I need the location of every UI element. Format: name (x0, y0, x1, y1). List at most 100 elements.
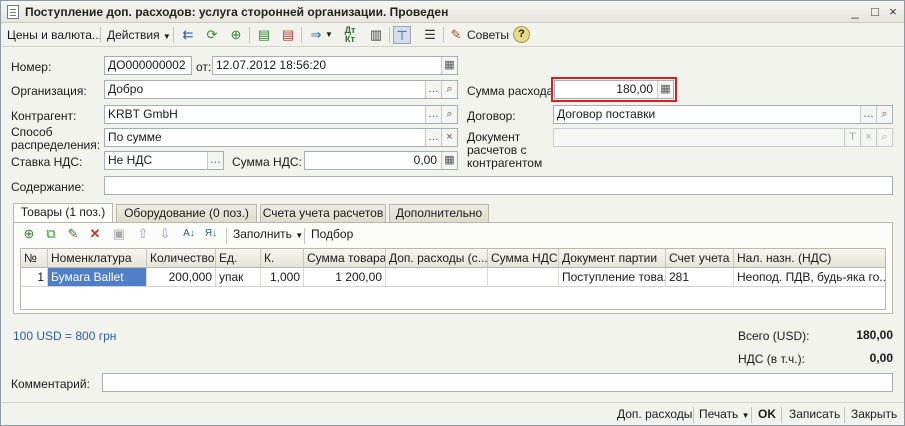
help-icon[interactable]: ? (513, 26, 530, 43)
search-icon[interactable]: ⌕ (876, 129, 892, 146)
structure-icon[interactable]: ⇒ (307, 26, 325, 44)
content-field[interactable] (104, 176, 893, 195)
comment-field[interactable] (102, 373, 893, 392)
move-down-icon[interactable]: ⇩ (156, 225, 174, 243)
selection-button[interactable]: Подбор (311, 225, 353, 243)
debit-credit-icon[interactable]: Дт Кт (341, 26, 359, 44)
advice-button[interactable]: Советы (467, 26, 509, 44)
batch-document-cell[interactable]: Поступление това... (559, 268, 666, 286)
calendar-icon[interactable]: ▦ (441, 57, 457, 74)
column-header[interactable]: Доп. расходы (с... (386, 249, 488, 267)
print-label: Печать (699, 407, 739, 421)
column-header[interactable]: Нал. назн. (НДС) (734, 249, 885, 267)
quantity-cell[interactable]: 200,000 (147, 268, 216, 286)
move-up-icon[interactable]: ⇧ (134, 225, 152, 243)
unpost-icon[interactable]: ▤ (279, 26, 297, 44)
vat-sum-cell[interactable] (488, 268, 559, 286)
expense-sum-field[interactable]: 180,00 ▦ (551, 77, 677, 102)
vat-sum-label: Сумма НДС: (232, 155, 302, 169)
select-ellipsis-icon[interactable]: … (207, 152, 223, 169)
extra-expenses-cell[interactable] (386, 268, 488, 286)
maximize-button[interactable]: □ (867, 4, 883, 20)
tab-goods[interactable]: Товары (1 поз.) (13, 203, 113, 223)
tab-settlement-accounts[interactable]: Счета учета расчетов (260, 204, 386, 222)
filter-icon[interactable]: ⊤ (393, 26, 411, 44)
vat-rate-value: Не НДС (108, 153, 153, 167)
copy-row-icon[interactable]: ⧉ (42, 225, 60, 243)
calculator-icon[interactable]: ▦ (657, 81, 673, 98)
column-header[interactable]: К. (261, 249, 304, 267)
add-row-icon[interactable]: ⊕ (20, 225, 38, 243)
search-icon[interactable]: ⌕ (441, 81, 457, 98)
save-button[interactable]: Записать (789, 406, 840, 423)
select-ellipsis-icon[interactable]: … (860, 106, 876, 123)
ok-button[interactable]: OK (758, 406, 776, 423)
column-header[interactable]: Документ партии (559, 249, 666, 267)
table-row[interactable]: 1 Бумага Ballet 200,000 упак 1,000 1 200… (20, 268, 886, 287)
column-header[interactable]: № (21, 249, 48, 267)
column-header[interactable]: Счет учета (666, 249, 734, 267)
number-label: Номер: (11, 60, 52, 74)
actions-menu[interactable]: Действия ▼ (107, 26, 171, 44)
column-header[interactable]: Сумма товара (304, 249, 386, 267)
tax-purpose-cell[interactable]: Неопод. ПДВ, будь-яка го... (734, 268, 885, 286)
sort-ascending-icon[interactable]: A↓ (180, 225, 198, 243)
tab-equipment[interactable]: Оборудование (0 поз.) (116, 204, 257, 222)
total-value: 180,00 (856, 328, 893, 342)
chevron-down-icon[interactable]: ▼ (325, 26, 333, 44)
refresh-icon[interactable]: ⟳ (203, 26, 221, 44)
sort-descending-icon[interactable]: Я↓ (202, 225, 220, 243)
minimize-button[interactable]: _ (847, 4, 863, 20)
print-menu[interactable]: Печать ▼ (699, 406, 750, 423)
unit-cell[interactable]: упак (216, 268, 261, 286)
select-ellipsis-icon[interactable]: … (425, 129, 441, 146)
expense-sum-label: Сумма расхода: (467, 84, 557, 98)
type-icon[interactable]: T (844, 129, 860, 146)
edit-row-icon[interactable]: ✎ (64, 225, 82, 243)
add-document-icon[interactable]: ⊕ (227, 26, 245, 44)
exchange-rate-link[interactable]: 100 USD = 800 грн (13, 329, 116, 343)
organization-field[interactable]: Добро … ⌕ (104, 80, 458, 99)
clear-icon[interactable]: × (441, 129, 457, 146)
number-field[interactable]: ДО000000002 (104, 56, 192, 75)
select-ellipsis-icon[interactable]: … (425, 81, 441, 98)
distribution-field[interactable]: По сумме … × (104, 128, 458, 147)
table-icon[interactable]: ☰ (421, 26, 439, 44)
tab-additional[interactable]: Дополнительно (389, 204, 489, 222)
column-header[interactable]: Ед. (216, 249, 261, 267)
list-icon[interactable]: ⇇ (179, 26, 197, 44)
column-header[interactable]: Сумма НДС (488, 249, 559, 267)
search-icon[interactable]: ⌕ (876, 106, 892, 123)
vat-sum-field[interactable]: 0,00 ▦ (304, 151, 458, 170)
search-icon[interactable]: ⌕ (441, 106, 457, 123)
actions-label: Действия (107, 28, 160, 42)
select-ellipsis-icon[interactable]: … (425, 106, 441, 123)
close-window-button[interactable]: × (885, 4, 901, 20)
coefficient-cell[interactable]: 1,000 (261, 268, 304, 286)
counterparty-field[interactable]: KRBT GmbH … ⌕ (104, 105, 458, 124)
clear-icon[interactable]: × (860, 129, 876, 146)
advice-icon[interactable]: ✎ (447, 26, 465, 44)
total-label: Всего (USD): (738, 329, 810, 343)
settlement-doc-field[interactable]: T × ⌕ (553, 128, 893, 147)
prices-currency-button[interactable]: Цены и валюта... (7, 26, 102, 44)
column-header[interactable]: Номенклатура (48, 249, 147, 267)
report-icon[interactable]: ▥ (367, 26, 385, 44)
post-icon[interactable]: ▤ (255, 26, 273, 44)
account-cell[interactable]: 281 (666, 268, 734, 286)
delete-row-icon[interactable]: ✕ (86, 225, 104, 243)
contract-field[interactable]: Договор поставки … ⌕ (553, 105, 893, 124)
expense-sum-value: 180,00 (616, 82, 653, 96)
fill-menu[interactable]: Заполнить ▼ (233, 225, 303, 243)
distribution-label-line1: Способ (11, 125, 53, 139)
close-button[interactable]: Закрыть (851, 406, 897, 423)
extra-expenses-button[interactable]: Доп. расходы (617, 406, 692, 423)
end-edit-icon[interactable]: ▣ (110, 225, 128, 243)
nomenclature-cell[interactable]: Бумага Ballet (48, 268, 147, 286)
document-icon (7, 5, 19, 19)
column-header[interactable]: Количество (147, 249, 216, 267)
calculator-icon[interactable]: ▦ (441, 152, 457, 169)
goods-sum-cell[interactable]: 1 200,00 (304, 268, 386, 286)
vat-rate-field[interactable]: Не НДС … (104, 151, 224, 170)
date-field[interactable]: 12.07.2012 18:56:20 ▦ (212, 56, 458, 75)
